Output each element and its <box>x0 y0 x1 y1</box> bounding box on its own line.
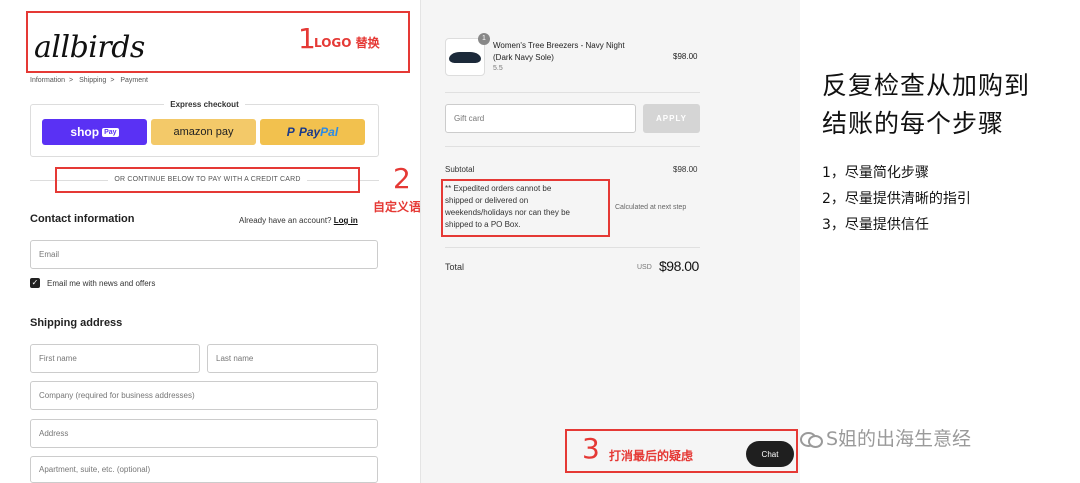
divider <box>445 247 700 248</box>
chevron-right-icon: > <box>110 77 115 84</box>
tip-item-2: 2，尽量提供清晰的指引 <box>822 191 971 207</box>
breadcrumb-information[interactable]: Information <box>30 77 65 84</box>
paypal-icon: P <box>286 125 295 139</box>
headline-line-1: 反复检查从加购到 <box>822 71 1031 100</box>
tip-item-1: 1，尽量简化步骤 <box>822 165 929 181</box>
login-link[interactable]: Log in <box>334 216 358 225</box>
newsletter-checkbox[interactable]: ✓ <box>30 278 40 288</box>
express-checkout-title: Express checkout <box>30 100 379 109</box>
product-variant: 5.5 <box>493 65 503 72</box>
email-field[interactable]: Email <box>30 240 378 269</box>
annotation-number-3: 3 <box>582 432 600 465</box>
apply-button[interactable]: APPLY <box>643 104 700 133</box>
total-label: Total <box>445 262 465 272</box>
headline-line-2: 结账的每个步骤 <box>822 109 1005 138</box>
shop-pay-button[interactable]: shop Pay <box>42 119 147 145</box>
product-name: Women's Tree Breezers - Navy Night (Dark… <box>493 41 625 62</box>
annotation-label-reassurance: 打消最后的疑虑 <box>609 449 694 463</box>
tip-item-3: 3，尽量提供信任 <box>822 217 929 233</box>
divider <box>445 146 700 147</box>
address-field[interactable]: Address <box>30 419 378 448</box>
total-value: $98.00 <box>659 258 699 274</box>
chat-button[interactable]: Chat <box>746 441 794 467</box>
shoe-image <box>449 52 481 63</box>
shipping-address-title: Shipping address <box>30 317 123 329</box>
product-price: $98.00 <box>673 52 698 61</box>
contact-information-title: Contact information <box>30 213 135 225</box>
annotation-box-shipping-note <box>441 179 610 237</box>
annotation-number-2: 2 <box>393 162 411 195</box>
first-name-field[interactable]: First name <box>30 344 200 373</box>
watermark: S姐的出海生意经 <box>800 424 971 451</box>
amazon-pay-button[interactable]: amazon pay <box>151 119 256 145</box>
gift-card-input[interactable]: Gift card <box>445 104 636 133</box>
subtotal-value: $98.00 <box>673 165 698 174</box>
annotation-box-language <box>55 167 360 193</box>
breadcrumb-shipping[interactable]: Shipping <box>79 77 106 84</box>
account-prompt: Already have an account? Log in <box>239 216 358 225</box>
paypal-button[interactable]: P Pay Pal <box>260 119 365 145</box>
shipping-calculated: Calculated at next step <box>615 204 687 211</box>
quantity-badge: 1 <box>478 33 490 45</box>
company-field[interactable]: Company (required for business addresses… <box>30 381 378 410</box>
last-name-field[interactable]: Last name <box>207 344 378 373</box>
breadcrumb: Information > Shipping > Payment <box>30 77 152 84</box>
subtotal-label: Subtotal <box>445 165 475 174</box>
breadcrumb-payment[interactable]: Payment <box>120 77 148 84</box>
annotation-label-logo: LOGO 替换 <box>314 36 380 50</box>
total-currency: USD <box>637 264 652 271</box>
chevron-right-icon: > <box>69 77 74 84</box>
shop-pay-badge: Pay <box>102 127 119 137</box>
newsletter-label: Email me with news and offers <box>47 279 156 288</box>
divider <box>445 92 700 93</box>
wechat-icon <box>800 430 823 448</box>
apartment-field[interactable]: Apartment, suite, etc. (optional) <box>30 456 378 483</box>
